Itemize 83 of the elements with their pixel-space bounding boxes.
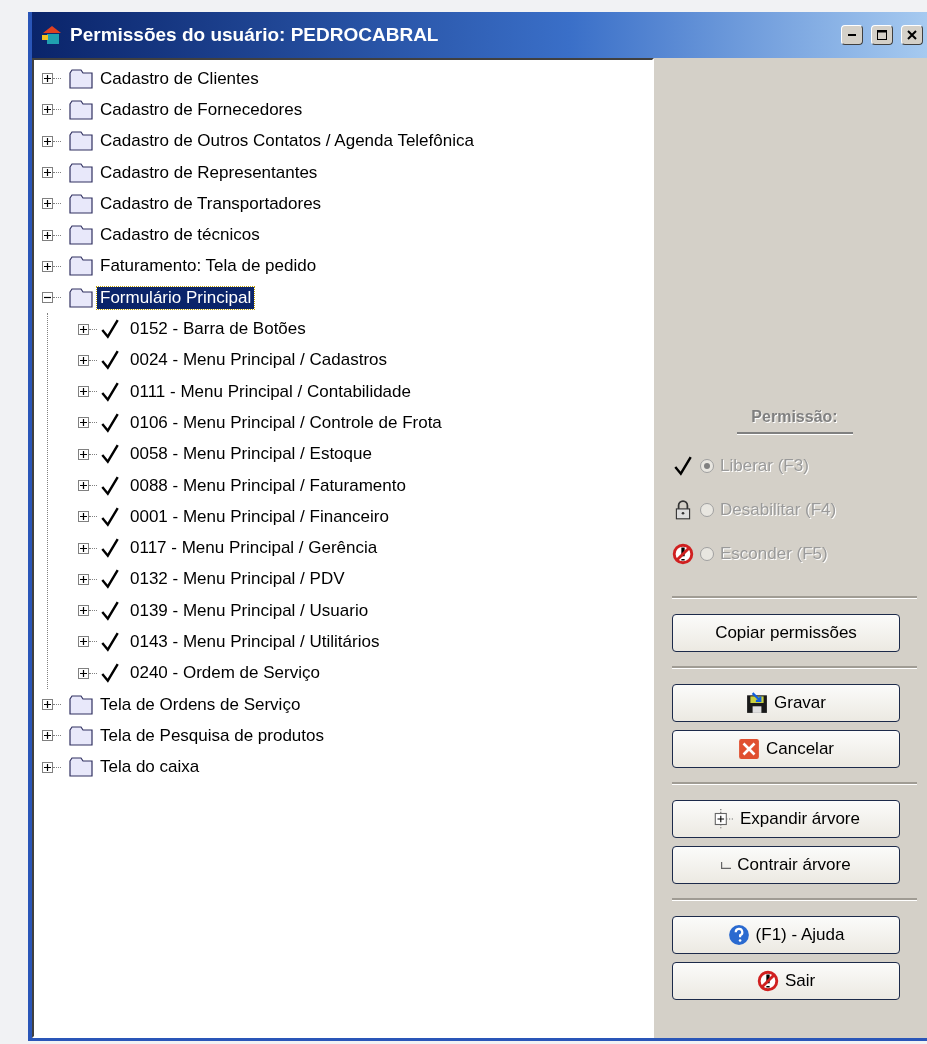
collapse-tree-icon xyxy=(721,861,732,869)
no-entry-icon xyxy=(672,543,694,565)
expander-icon[interactable] xyxy=(42,167,53,179)
close-icon xyxy=(907,30,917,40)
tree-item[interactable]: Tela de Pesquisa de produtos xyxy=(97,724,327,747)
expander-icon[interactable] xyxy=(78,511,89,523)
expander-icon[interactable] xyxy=(78,573,89,585)
action-button[interactable]: Contrair árvore xyxy=(672,846,900,884)
tree-item[interactable]: Formulário Principal xyxy=(97,286,255,309)
tree-item[interactable]: Cadastro de Representantes xyxy=(97,161,321,184)
check-icon xyxy=(99,537,121,560)
expander-icon[interactable] xyxy=(78,323,89,335)
check-icon xyxy=(99,631,121,653)
tree-item[interactable]: 0240 - Ordem de Serviço xyxy=(127,662,323,685)
action-button[interactable]: Expandir árvore xyxy=(672,800,900,838)
tree-item[interactable]: 0139 - Menu Principal / Usuario xyxy=(127,599,372,622)
minimize-button[interactable] xyxy=(841,25,863,45)
maximize-icon xyxy=(877,30,887,40)
tree-item[interactable]: 0024 - Menu Principal / Cadastros xyxy=(127,349,391,372)
minimize-icon xyxy=(848,34,856,36)
tree-item[interactable]: Tela de Ordens de Serviço xyxy=(97,693,304,716)
check-icon xyxy=(99,318,121,340)
tree-item[interactable]: 0111 - Menu Principal / Contabilidade xyxy=(127,380,414,403)
radio-label: Esconder (F5) xyxy=(720,544,828,564)
expander-icon[interactable] xyxy=(42,229,53,241)
expander-icon[interactable] xyxy=(78,354,89,366)
check-icon xyxy=(99,380,121,403)
expander-icon[interactable] xyxy=(42,73,53,85)
expander-icon[interactable] xyxy=(42,260,53,272)
expander-icon[interactable] xyxy=(42,292,53,304)
expander-icon[interactable] xyxy=(78,448,89,460)
expander-icon[interactable] xyxy=(42,730,53,742)
expander-icon[interactable] xyxy=(78,417,89,429)
action-button[interactable]: Cancelar xyxy=(672,730,900,768)
help-icon xyxy=(727,924,750,946)
expander-icon[interactable] xyxy=(78,542,89,554)
tree-item[interactable]: Cadastro de Fornecedores xyxy=(97,98,306,121)
window-title: Permissões do usuário: PEDROCABRAL xyxy=(70,24,440,46)
tree-item[interactable]: 0106 - Menu Principal / Controle de Frota xyxy=(127,411,445,434)
radio-label: Liberar (F3) xyxy=(720,456,809,476)
tree-item[interactable]: 0152 - Barra de Botões xyxy=(127,318,309,340)
tree-item[interactable]: Faturamento: Tela de pedido xyxy=(97,255,320,278)
permission-heading: Permissão: xyxy=(736,408,853,434)
expander-icon[interactable] xyxy=(42,135,53,147)
expander-icon[interactable] xyxy=(78,667,89,679)
close-button[interactable] xyxy=(901,25,923,45)
check-icon xyxy=(99,662,121,685)
check-icon xyxy=(99,411,121,434)
tree-item[interactable]: 0001 - Menu Principal / Financeiro xyxy=(127,505,392,528)
expander-icon[interactable] xyxy=(78,480,89,491)
expander-icon[interactable] xyxy=(78,386,89,398)
expander-icon[interactable] xyxy=(42,104,53,116)
action-button[interactable]: Sair xyxy=(672,962,900,1000)
tree-item[interactable]: Cadastro de Transportadores xyxy=(97,192,325,215)
tree-item[interactable]: Tela do caixa xyxy=(97,756,203,779)
no-entry-icon xyxy=(756,970,779,992)
tree-item[interactable]: Cadastro de técnicos xyxy=(97,224,263,247)
expander-icon[interactable] xyxy=(42,699,53,711)
expander-icon[interactable] xyxy=(42,198,53,210)
tree-item[interactable]: Cadastro de Clientes xyxy=(97,67,262,90)
check-icon xyxy=(99,568,121,591)
action-button[interactable]: (F1) - Ajuda xyxy=(672,916,900,954)
expand-tree-icon xyxy=(712,808,734,830)
cancel-icon xyxy=(737,738,760,760)
check-icon xyxy=(99,474,121,497)
action-button[interactable]: Gravar xyxy=(672,684,900,722)
action-button[interactable]: Copiar permissões xyxy=(672,614,900,652)
tree-item[interactable]: 0117 - Menu Principal / Gerência xyxy=(127,537,381,560)
check-icon xyxy=(99,599,121,622)
tree-item[interactable]: 0132 - Menu Principal / PDV xyxy=(127,568,348,591)
check-icon xyxy=(99,349,121,372)
expander-icon[interactable] xyxy=(78,605,89,617)
radio-label: Desabilitar (F4) xyxy=(720,500,837,520)
tree-item[interactable]: 0088 - Menu Principal / Faturamento xyxy=(127,474,409,497)
tree-item[interactable]: 0058 - Menu Principal / Estoque xyxy=(127,443,375,466)
check-icon xyxy=(99,443,121,466)
tree-item[interactable]: Cadastro de Outros Contatos / Agenda Telefônica xyxy=(97,130,477,153)
check-icon xyxy=(99,505,121,528)
expander-icon[interactable] xyxy=(42,761,53,773)
check-icon xyxy=(672,455,694,477)
tree-item[interactable]: 0143 - Menu Principal / Utilitários xyxy=(127,631,383,653)
expander-icon[interactable] xyxy=(78,636,89,648)
maximize-button[interactable] xyxy=(871,25,893,45)
